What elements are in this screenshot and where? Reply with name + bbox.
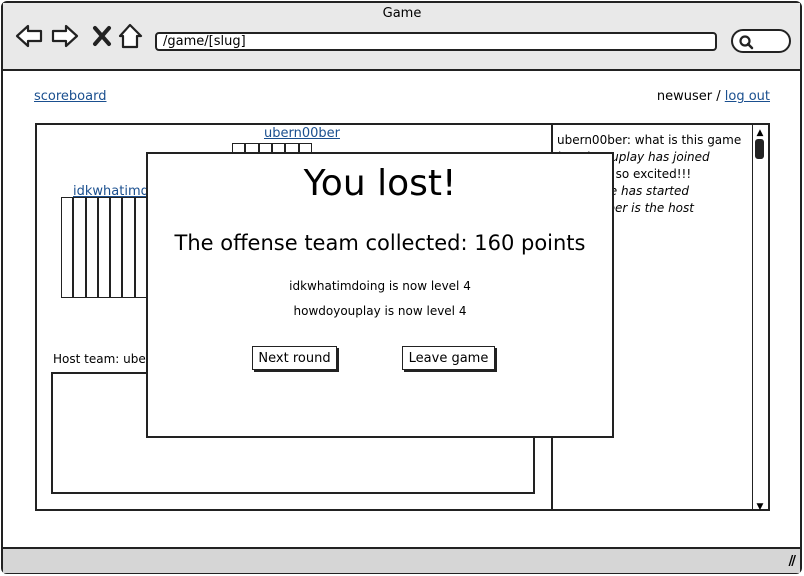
leave-game-button[interactable]: Leave game bbox=[402, 346, 495, 370]
card-back bbox=[110, 197, 123, 298]
window-title: Game bbox=[382, 6, 422, 21]
next-round-button[interactable]: Next round bbox=[252, 346, 337, 370]
chat-scrollbar[interactable] bbox=[752, 125, 768, 509]
logout-link[interactable]: log out bbox=[725, 89, 770, 104]
level-up-message: howdoyouplay is now level 4 bbox=[293, 304, 467, 318]
search-box[interactable] bbox=[731, 29, 791, 53]
username: newuser bbox=[656, 89, 713, 104]
back-arrow-icon[interactable] bbox=[14, 22, 44, 50]
card-back bbox=[85, 197, 98, 298]
card-back bbox=[122, 197, 135, 298]
user-nav: newuser / log out bbox=[640, 89, 770, 104]
card-back bbox=[73, 197, 86, 298]
scroll-down-icon[interactable]: ▼ bbox=[752, 500, 768, 514]
level-up-message: idkwhatimdoing is now level 4 bbox=[289, 279, 471, 293]
address-bar[interactable]: /game/[slug] bbox=[155, 32, 717, 51]
resize-grip-icon[interactable]: // bbox=[789, 554, 796, 569]
scoreboard-link[interactable]: scoreboard bbox=[34, 89, 106, 104]
status-bar: // bbox=[3, 547, 800, 573]
chat-message: ubern00ber: what is this game bbox=[557, 133, 742, 147]
card-back bbox=[97, 197, 111, 298]
nav-separator: / bbox=[716, 89, 721, 104]
top-player-name[interactable]: ubern00ber bbox=[264, 126, 340, 141]
score-summary: The offense team collected: 160 points bbox=[174, 231, 586, 255]
dialog-title: You lost! bbox=[303, 163, 457, 204]
scroll-up-icon[interactable]: ▲ bbox=[752, 126, 768, 140]
left-player-hand bbox=[61, 197, 147, 298]
left-player-name[interactable]: idkwhatimdoing bbox=[73, 184, 146, 198]
host-team-label: Host team: ubern00ber bbox=[53, 352, 146, 366]
search-icon bbox=[739, 35, 754, 50]
card-back bbox=[61, 197, 74, 298]
stop-icon[interactable] bbox=[88, 22, 118, 50]
scrollbar-thumb[interactable] bbox=[755, 139, 764, 159]
forward-arrow-icon[interactable] bbox=[50, 22, 80, 50]
home-icon[interactable] bbox=[116, 22, 146, 50]
